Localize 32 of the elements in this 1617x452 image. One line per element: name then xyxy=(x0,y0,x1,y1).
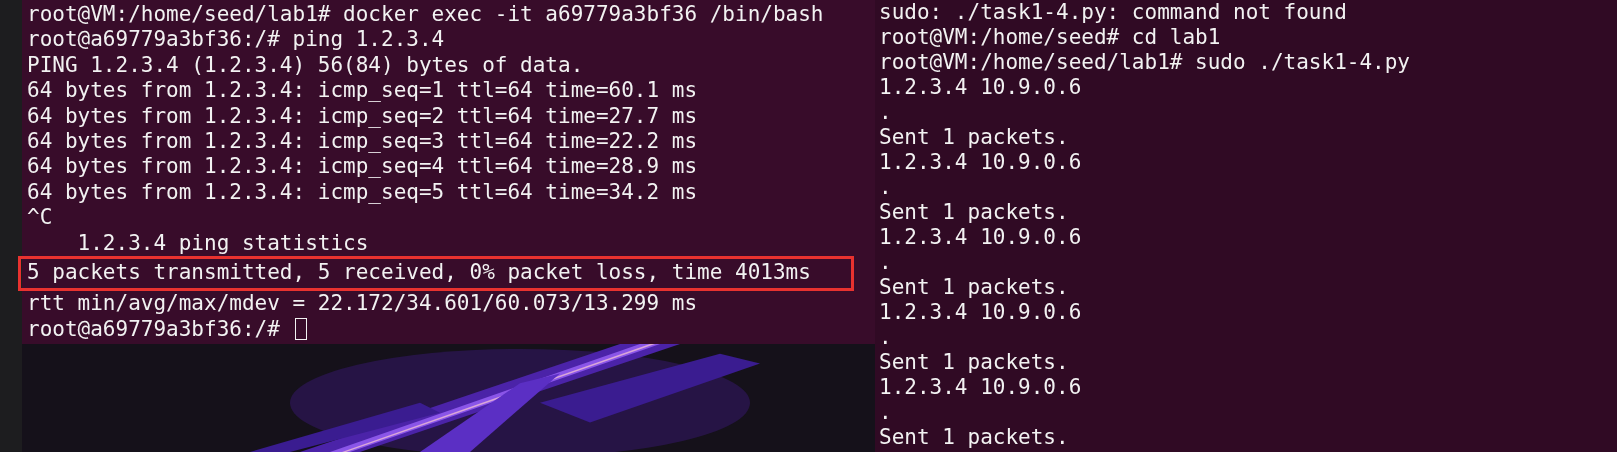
terminal-line: 64 bytes from 1.2.3.4: icmp_seq=4 ttl=64 time=28.9 ms xyxy=(27,154,699,180)
terminal-line: root@a69779a3bf36:/# ping 1.2.3.4 xyxy=(27,27,446,53)
terminal-line: 1.2.3.4 ping statistics xyxy=(76,230,370,256)
terminal-line: . xyxy=(879,175,893,200)
terminal-line: . xyxy=(879,325,893,350)
terminal-line: 5 packets transmitted, 5 received, 0% packet loss, time 4013ms xyxy=(27,259,811,286)
terminal-line: Sent 1 packets. xyxy=(879,125,1070,150)
text-cursor xyxy=(294,318,307,341)
terminal-line: root@VM:/home/seed# cd lab1 xyxy=(879,25,1222,50)
terminal-line: sudo: ./task1-4.py: command not found xyxy=(879,0,1348,25)
terminal-line: 64 bytes from 1.2.3.4: icmp_seq=2 ttl=64 time=27.7 ms xyxy=(27,103,699,129)
terminal-line: rtt min/avg/max/mdev = 22.172/34.601/60.073/13.299 ms xyxy=(27,291,699,317)
terminal-line: . xyxy=(879,100,893,125)
terminal-line: Sent 1 packets. xyxy=(879,425,1070,450)
terminal-line: 1.2.3.4 10.9.0.6 xyxy=(879,75,1083,100)
terminal-line: ^C xyxy=(27,205,54,231)
terminal-line: 1.2.3.4 10.9.0.6 xyxy=(879,300,1083,325)
terminal-line: Sent 1 packets. xyxy=(879,200,1070,225)
terminal-line: Sent 1 packets. xyxy=(879,275,1070,300)
terminal-line: 1.2.3.4 10.9.0.6 xyxy=(879,150,1083,175)
terminal-line: . xyxy=(879,250,893,275)
terminal-line: root@VM:/home/seed/lab1# sudo ./task1-4.py xyxy=(879,50,1411,75)
terminal-line: 64 bytes from 1.2.3.4: icmp_seq=3 ttl=64 time=22.2 ms xyxy=(27,128,699,155)
terminal-line: 1.2.3.4 10.9.0.6 xyxy=(879,225,1083,250)
terminal-line: 64 bytes from 1.2.3.4: icmp_seq=5 ttl=64 time=34.2 ms xyxy=(27,179,699,206)
terminal-line: Sent 1 packets. xyxy=(879,350,1070,375)
terminal-line: root@VM:/home/seed/lab1# docker exec -it a69779a3bf36 /bin/bash xyxy=(27,2,825,28)
terminal-line: 1.2.3.4 10.9.0.6 xyxy=(879,375,1083,400)
terminal-line: PING 1.2.3.4 (1.2.3.4) 56(84) bytes of data. xyxy=(27,52,585,79)
terminal-line: . xyxy=(879,400,893,425)
terminal-line: 64 bytes from 1.2.3.4: icmp_seq=1 ttl=64 time=60.1 ms xyxy=(27,78,699,104)
terminal-prompt: root@a69779a3bf36:/# xyxy=(27,316,281,343)
